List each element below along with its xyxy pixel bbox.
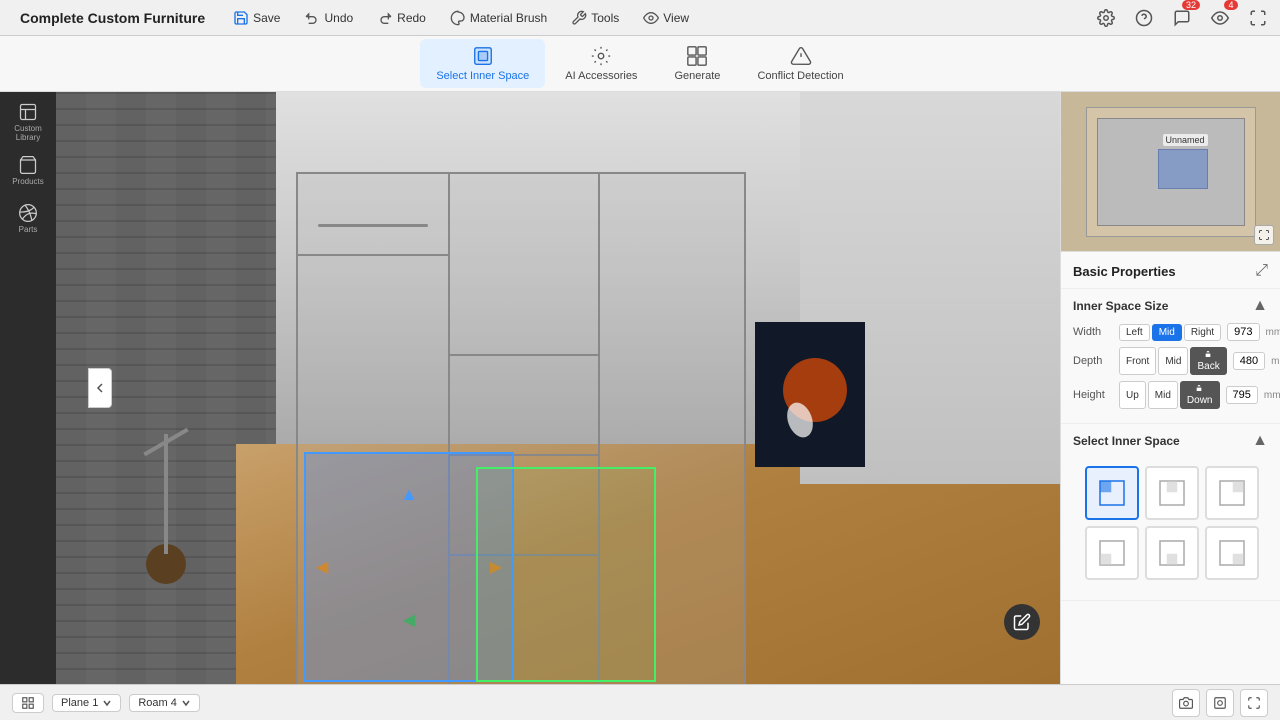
save-button[interactable]: Save bbox=[225, 7, 288, 29]
view-badge-button[interactable]: 4 bbox=[1206, 4, 1234, 32]
top-bar: Complete Custom Furniture Save Undo Redo… bbox=[0, 0, 1280, 36]
minimap-marker bbox=[1158, 149, 1208, 189]
expand-icon-button[interactable] bbox=[1244, 4, 1272, 32]
height-down-button[interactable]: Down bbox=[1180, 381, 1220, 409]
bottom-bar: Plane 1 Roam 4 bbox=[0, 684, 1280, 720]
width-btn-group: Left Mid Right bbox=[1119, 324, 1221, 341]
app-title: Complete Custom Furniture bbox=[20, 10, 205, 26]
bottom-right-buttons bbox=[1172, 689, 1268, 717]
basic-properties-expand[interactable]: ⤢ bbox=[1255, 262, 1268, 280]
select-inner-space-group: Select Inner Space ▲ bbox=[1061, 424, 1280, 601]
green-selection-box bbox=[476, 467, 656, 682]
height-label: Height bbox=[1073, 389, 1113, 401]
width-label: Width bbox=[1073, 326, 1113, 338]
height-row: Height Up Mid Down 795 mm bbox=[1073, 381, 1268, 409]
select-inner-space-header: Select Inner Space ▲ bbox=[1073, 432, 1268, 450]
fullscreen-button[interactable] bbox=[1240, 689, 1268, 717]
edit-floating-button[interactable] bbox=[1004, 604, 1040, 640]
space-cell-front-right[interactable] bbox=[1205, 466, 1259, 520]
generate-button[interactable]: Generate bbox=[657, 39, 737, 88]
ai-accessories-button[interactable]: AI Accessories bbox=[549, 39, 653, 88]
artwork bbox=[755, 322, 865, 467]
top-bar-right: 32 4 bbox=[1092, 4, 1272, 32]
settings-icon-button[interactable] bbox=[1092, 4, 1120, 32]
conflict-detection-button[interactable]: Conflict Detection bbox=[741, 39, 859, 88]
arrow-left: ◀ bbox=[316, 557, 328, 577]
width-row: Width Left Mid Right 973 mm bbox=[1073, 323, 1268, 341]
select-inner-space-title: Select Inner Space bbox=[1073, 434, 1180, 448]
depth-btn-group: Front Mid Back bbox=[1119, 347, 1227, 375]
products-icon[interactable]: Products bbox=[6, 148, 50, 192]
minimap-room: Unnamed bbox=[1097, 118, 1245, 226]
material-brush-button[interactable]: Material Brush bbox=[442, 7, 555, 29]
depth-value: 480 bbox=[1233, 352, 1265, 370]
help-icon-button[interactable] bbox=[1130, 4, 1158, 32]
select-inner-space-collapse[interactable]: ▲ bbox=[1252, 432, 1268, 450]
custom-library-icon[interactable]: CustomLibrary bbox=[6, 100, 50, 144]
space-cell-back-left[interactable] bbox=[1085, 526, 1139, 580]
collapse-panel-arrow[interactable] bbox=[88, 368, 112, 408]
shelf-2 bbox=[448, 354, 598, 356]
depth-front-button[interactable]: Front bbox=[1119, 347, 1156, 375]
inner-space-size-title: Inner Space Size bbox=[1073, 299, 1168, 313]
view-button[interactable]: View bbox=[635, 7, 697, 29]
minimap: Unnamed bbox=[1061, 92, 1280, 252]
grid-button[interactable] bbox=[12, 693, 44, 713]
space-cell-back-right[interactable] bbox=[1205, 526, 1259, 580]
messages-icon-button[interactable]: 32 bbox=[1168, 4, 1196, 32]
message-badge: 32 bbox=[1182, 0, 1200, 10]
left-sidebar: CustomLibrary Products Parts bbox=[0, 92, 56, 684]
depth-label: Depth bbox=[1073, 355, 1113, 367]
width-value: 973 bbox=[1227, 323, 1259, 341]
width-right-button[interactable]: Right bbox=[1184, 324, 1221, 341]
depth-row: Depth Front Mid Back 480 mm bbox=[1073, 347, 1268, 375]
roam-button[interactable]: Roam 4 bbox=[129, 694, 200, 712]
parts-icon[interactable]: Parts bbox=[6, 196, 50, 240]
width-left-button[interactable]: Left bbox=[1119, 324, 1150, 341]
hanging-rod bbox=[318, 224, 428, 227]
redo-button[interactable]: Redo bbox=[369, 7, 434, 29]
height-value: 795 bbox=[1226, 386, 1258, 404]
inner-space-size-header: Inner Space Size ▲ bbox=[1073, 297, 1268, 315]
top-bar-actions: Save Undo Redo Material Brush Tools View bbox=[225, 7, 697, 29]
main-content: CustomLibrary Products Parts bbox=[0, 92, 1280, 684]
depth-unit: mm bbox=[1271, 356, 1280, 367]
height-unit: mm bbox=[1264, 390, 1280, 401]
space-cell-back-mid[interactable] bbox=[1145, 526, 1199, 580]
height-up-button[interactable]: Up bbox=[1119, 381, 1146, 409]
width-unit: mm bbox=[1266, 327, 1280, 338]
width-mid-button[interactable]: Mid bbox=[1152, 324, 1182, 341]
space-grid bbox=[1073, 458, 1268, 592]
screenshot-button[interactable] bbox=[1206, 689, 1234, 717]
space-cell-front-left[interactable] bbox=[1085, 466, 1139, 520]
minimap-expand-button[interactable] bbox=[1254, 225, 1274, 245]
space-cell-front-mid[interactable] bbox=[1145, 466, 1199, 520]
view-badge: 4 bbox=[1224, 0, 1238, 10]
height-btn-group: Up Mid Down bbox=[1119, 381, 1220, 409]
viewport[interactable]: ▲ ◀ ▶ ◀ bbox=[56, 92, 1060, 684]
basic-properties-header: Basic Properties ⤢ bbox=[1061, 252, 1280, 289]
arrow-up: ▲ bbox=[400, 484, 418, 505]
minimap-view: Unnamed bbox=[1086, 107, 1256, 237]
basic-properties-title: Basic Properties bbox=[1073, 264, 1176, 279]
arrow-diag: ◀ bbox=[403, 610, 415, 630]
minimap-label: Unnamed bbox=[1163, 134, 1208, 146]
right-panel: Unnamed Basic Properties ⤢ Inner Space S… bbox=[1060, 92, 1280, 684]
undo-button[interactable]: Undo bbox=[296, 7, 361, 29]
plane-button[interactable]: Plane 1 bbox=[52, 694, 121, 712]
shelf-1 bbox=[298, 254, 448, 256]
depth-mid-button[interactable]: Mid bbox=[1158, 347, 1188, 375]
inner-space-collapse[interactable]: ▲ bbox=[1252, 297, 1268, 315]
depth-back-button[interactable]: Back bbox=[1190, 347, 1226, 375]
height-mid-button[interactable]: Mid bbox=[1148, 381, 1178, 409]
tools-button[interactable]: Tools bbox=[563, 7, 627, 29]
select-inner-space-button[interactable]: Select Inner Space bbox=[420, 39, 545, 88]
toolbar: Select Inner Space AI Accessories Genera… bbox=[0, 36, 1280, 92]
floor-lamp bbox=[136, 424, 196, 584]
camera-button[interactable] bbox=[1172, 689, 1200, 717]
inner-space-size-group: Inner Space Size ▲ Width Left Mid Right … bbox=[1061, 289, 1280, 424]
